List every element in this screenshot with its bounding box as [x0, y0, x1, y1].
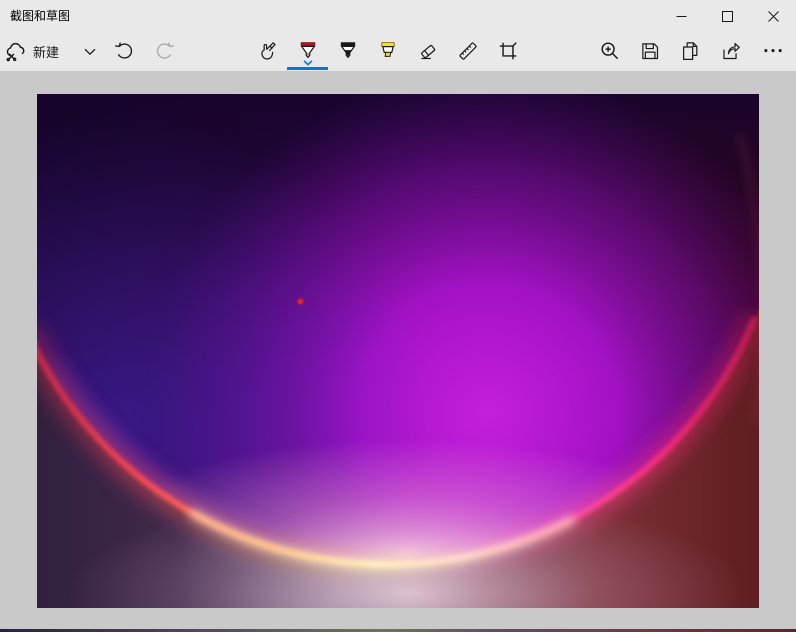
eraser-button[interactable] [408, 32, 448, 71]
minimize-icon [676, 11, 687, 22]
ruler-icon [457, 40, 479, 62]
copy-icon [679, 40, 701, 62]
new-snip-dropdown-button[interactable] [78, 32, 102, 71]
new-snip-button[interactable]: 新建 [4, 32, 78, 71]
zoom-button[interactable] [590, 32, 630, 71]
toolbar: 新建 [0, 32, 796, 71]
editing-canvas [0, 71, 796, 629]
share-button[interactable] [710, 32, 750, 71]
touch-writing-icon [257, 40, 279, 62]
redo-icon [154, 40, 175, 61]
selected-tool-underline [287, 67, 328, 70]
glow-sphere-wallpaper [37, 94, 759, 608]
ballpoint-pen-icon [297, 40, 319, 62]
more-button[interactable] [753, 32, 793, 71]
highlighter-button[interactable] [368, 32, 408, 71]
save-icon [639, 40, 661, 62]
touch-writing-button[interactable] [248, 32, 288, 71]
window-controls [658, 0, 796, 32]
ruler-button[interactable] [448, 32, 488, 71]
share-icon [719, 40, 741, 62]
crop-button[interactable] [488, 32, 528, 71]
eraser-icon [417, 40, 439, 62]
copy-button[interactable] [670, 32, 710, 71]
undo-icon [114, 40, 135, 61]
close-button[interactable] [750, 0, 796, 32]
highlighter-icon [377, 40, 399, 62]
titlebar: 截图和草图 [0, 0, 796, 32]
undo-button[interactable] [104, 32, 144, 71]
chevron-down-icon [303, 60, 313, 66]
ballpoint-pen-button[interactable] [288, 32, 328, 71]
more-icon [762, 44, 784, 66]
pencil-button[interactable] [328, 32, 368, 71]
redo-button[interactable] [144, 32, 184, 71]
snip-image[interactable] [37, 94, 759, 608]
chevron-down-icon [84, 48, 96, 56]
new-snip-label: 新建 [33, 42, 59, 61]
minimize-button[interactable] [658, 0, 704, 32]
red-ink-dot [298, 299, 303, 304]
maximize-button[interactable] [704, 0, 750, 32]
pen-options-chevron [288, 60, 328, 66]
save-button[interactable] [630, 32, 670, 71]
crop-icon [497, 40, 519, 62]
zoom-icon [599, 40, 621, 62]
new-snip-cloud-scissors-icon [4, 41, 26, 63]
pencil-icon [337, 40, 359, 62]
close-icon [768, 11, 779, 22]
maximize-icon [722, 11, 733, 22]
window-title: 截图和草图 [10, 0, 70, 32]
